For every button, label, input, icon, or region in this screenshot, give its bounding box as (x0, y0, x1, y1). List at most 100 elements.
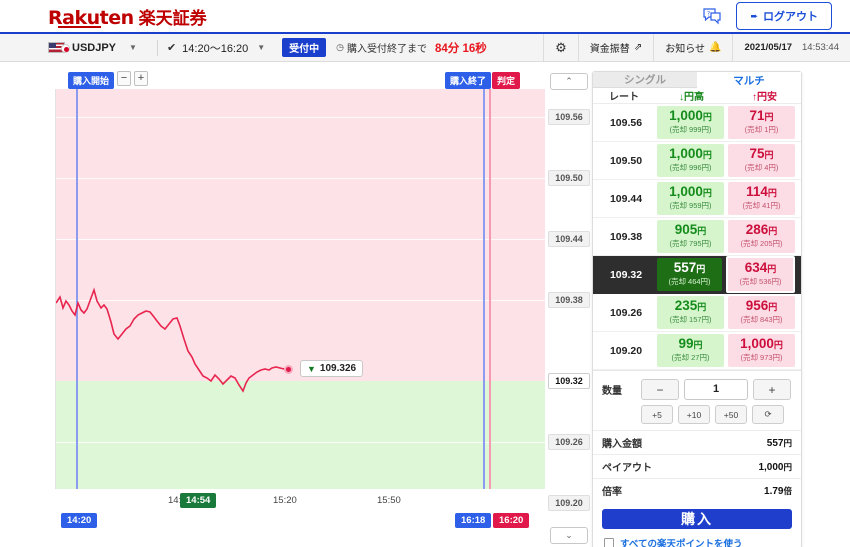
payout-label: ペイアウト (602, 463, 652, 474)
bet-down-unit: 円 (767, 263, 777, 274)
payout-row: ペイアウト 1,000円 (593, 454, 801, 478)
bet-up-sell-value: (売却 999円) (669, 125, 712, 135)
column-header-up: ↓円高 (655, 88, 728, 103)
zoom-in-button[interactable]: + (134, 71, 148, 86)
quantity-plus5-button[interactable]: +5 (641, 405, 673, 424)
purchase-amount-value: 557円 (766, 437, 792, 449)
time-axis-tick: 15:50 (377, 495, 401, 506)
bell-icon: 🔔 (709, 42, 722, 53)
top-header-bar: Rakuten 楽天証券 ? ➨ ログアウト (0, 0, 850, 32)
bet-up-sell-value: (売却 464円) (668, 277, 711, 287)
zoom-out-button[interactable]: − (117, 71, 131, 86)
notifications-button[interactable]: お知らせ 🔔 (653, 34, 732, 61)
quantity-reset-button[interactable]: ⟳ (752, 405, 784, 424)
quantity-decrement-button[interactable]: − (641, 379, 679, 400)
bet-up-cell[interactable]: 1,000円 (売却 999円) (657, 105, 724, 140)
rate-table-row[interactable]: 109.20 99円 (売却 27円) 1,000円 (売却 973円) (593, 332, 801, 370)
rate-table-row[interactable]: 109.56 1,000円 (売却 999円) 71円 (売却 1円) (593, 104, 801, 142)
current-price-tooltip: ▼ 109.326 (300, 360, 364, 377)
bet-down-cell[interactable]: 286円 (売却 205円) (728, 219, 795, 254)
countdown-label: 購入受付終了まで (347, 44, 428, 55)
time-badge-now: 14:54 (180, 493, 217, 508)
quantity-plus10-button[interactable]: +10 (678, 405, 710, 424)
column-header-rate: レート (609, 92, 639, 103)
bet-down-sell-value: (売却 205円) (740, 239, 783, 249)
bet-down-amount: 286 (745, 221, 769, 237)
price-axis-label: 109.20 (548, 495, 590, 511)
chart-zoom-controls: − + (117, 71, 148, 86)
bet-down-unit: 円 (768, 301, 778, 312)
rate-table-row[interactable]: 109.38 905円 (売却 795円) 286円 (売却 205円) (593, 218, 801, 256)
bet-up-sell-value: (売却 157円) (669, 315, 712, 325)
bet-down-sell-value: (売却 973円) (740, 353, 783, 363)
bet-down-cell[interactable]: 634円 (売却 536円) (726, 255, 795, 294)
price-axis-down-button[interactable]: ⌄ (550, 527, 588, 544)
currency-pair-chevron-down-icon[interactable]: ▼ (129, 43, 137, 52)
price-axis-up-button[interactable]: ⌃ (550, 73, 588, 90)
current-price-value: 109.326 (319, 363, 357, 374)
quantity-plus50-button[interactable]: +50 (715, 405, 747, 424)
currency-pair-label[interactable]: USDJPY (72, 42, 116, 54)
bet-up-unit: 円 (697, 301, 707, 312)
bet-up-cell[interactable]: 1,000円 (売却 996円) (657, 143, 724, 178)
logout-button[interactable]: ➨ ログアウト (736, 2, 832, 30)
bet-down-unit: 円 (768, 225, 778, 236)
bet-down-amount: 1,000 (740, 335, 774, 351)
check-icon: ✔ (166, 42, 177, 54)
price-down-triangle-icon: ▼ (307, 363, 316, 374)
rate-table-row[interactable]: 109.26 235円 (売却 157円) 956円 (売却 843円) (593, 294, 801, 332)
bet-up-cell[interactable]: 905円 (売却 795円) (657, 219, 724, 254)
quantity-input[interactable]: 1 (684, 379, 748, 400)
price-chart-plot[interactable]: ▼ 109.326 (55, 89, 545, 489)
datetime-display: 2021/05/17 14:53:44 (732, 34, 850, 61)
bet-up-cell[interactable]: 1,000円 (売却 959円) (657, 181, 724, 216)
time-axis-tick: 15:20 (273, 495, 297, 506)
rate-table-row[interactable]: 109.32 557円 (売却 464円) 634円 (売却 536円) (593, 255, 801, 294)
gear-icon: ⚙ (555, 39, 567, 55)
bet-down-cell[interactable]: 75円 (売却 4円) (728, 143, 795, 178)
bet-down-cell[interactable]: 956円 (売却 843円) (728, 295, 795, 330)
bet-down-sell-value: (売却 4円) (744, 163, 779, 173)
rate-table-row[interactable]: 109.50 1,000円 (売却 996円) 75円 (売却 4円) (593, 142, 801, 180)
bet-down-amount: 634 (744, 259, 768, 275)
bet-up-amount: 1,000 (669, 183, 703, 199)
session-time-label[interactable]: 14:20〜16:20 (182, 40, 248, 56)
status-badge: 受付中 (282, 38, 327, 57)
bet-up-amount: 235 (674, 297, 698, 313)
logout-arrow-icon: ➨ (750, 10, 758, 21)
settings-button[interactable]: ⚙ (543, 34, 578, 61)
chat-help-icon[interactable]: ? (702, 7, 722, 25)
bet-down-cell[interactable]: 71円 (売却 1円) (728, 105, 795, 140)
purchase-button[interactable]: 購入 (602, 509, 792, 529)
tab-single[interactable]: シングル (593, 72, 697, 88)
use-points-option[interactable]: すべての楽天ポイントを使う (593, 529, 801, 547)
bet-up-cell[interactable]: 99円 (売却 27円) (657, 333, 724, 368)
bet-up-amount: 99 (678, 335, 694, 351)
rate-table-row[interactable]: 109.44 1,000円 (売却 959円) 114円 (売却 41円) (593, 180, 801, 218)
countdown-value: 84分 16秒 (435, 42, 487, 55)
column-header-up-label: 円高 (684, 92, 704, 103)
column-header-down-label: 円安 (757, 92, 777, 103)
bet-up-unit: 円 (702, 187, 712, 198)
fund-transfer-button[interactable]: 資金振替 ⇗ (577, 34, 653, 61)
bet-up-cell[interactable]: 235円 (売却 157円) (657, 295, 724, 330)
rakuten-logo[interactable]: Rakuten 楽天証券 (48, 4, 207, 29)
chart-tag-purchase-start: 購入開始 (68, 72, 115, 89)
bet-down-cell[interactable]: 1,000円 (売却 973円) (728, 333, 795, 368)
column-header-down: ↑円安 (728, 88, 801, 103)
session-time-chevron-down-icon[interactable]: ▼ (257, 43, 265, 52)
bet-down-cell[interactable]: 114円 (売却 41円) (728, 181, 795, 216)
use-points-checkbox[interactable] (604, 538, 614, 547)
header-actions: ? ➨ ログアウト (702, 2, 832, 30)
bet-up-amount: 557 (673, 259, 697, 275)
time-badge-end: 16:18 (455, 513, 492, 528)
bet-up-amount: 1,000 (669, 107, 703, 123)
quantity-increment-button[interactable]: + (753, 379, 791, 400)
bet-up-cell[interactable]: 557円 (売却 464円) (657, 257, 722, 292)
rate-value: 109.26 (609, 306, 643, 319)
rate-value: 109.44 (609, 192, 643, 205)
tab-multi[interactable]: マルチ (697, 72, 801, 88)
bet-up-unit: 円 (693, 339, 703, 350)
rate-value: 109.50 (609, 154, 643, 167)
bet-down-amount: 75 (749, 145, 765, 161)
